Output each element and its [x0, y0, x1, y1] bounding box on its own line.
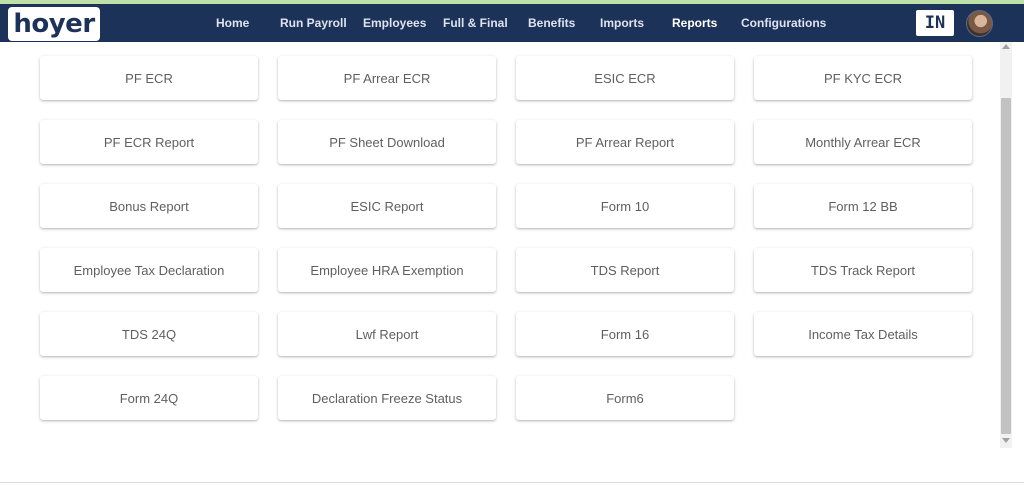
report-card-form-16[interactable]: Form 16: [516, 312, 734, 356]
report-card-lwf-report[interactable]: Lwf Report: [278, 312, 496, 356]
country-code-badge[interactable]: IN: [916, 10, 954, 36]
report-card-pf-kyc-ecr[interactable]: PF KYC ECR: [754, 56, 972, 100]
user-avatar[interactable]: [966, 10, 993, 37]
nav-item-imports[interactable]: Imports: [600, 4, 644, 42]
report-card-employee-hra-exemption[interactable]: Employee HRA Exemption: [278, 248, 496, 292]
report-card-form6[interactable]: Form6: [516, 376, 734, 420]
report-card-pf-arrear-report[interactable]: PF Arrear Report: [516, 120, 734, 164]
report-card-esic-report[interactable]: ESIC Report: [278, 184, 496, 228]
report-card-pf-ecr[interactable]: PF ECR: [40, 56, 258, 100]
report-card-pf-arrear-ecr[interactable]: PF Arrear ECR: [278, 56, 496, 100]
report-card-employee-tax-declaration[interactable]: Employee Tax Declaration: [40, 248, 258, 292]
report-card-declaration-freeze-status[interactable]: Declaration Freeze Status: [278, 376, 496, 420]
report-card-bonus-report[interactable]: Bonus Report: [40, 184, 258, 228]
report-card-pf-ecr-report[interactable]: PF ECR Report: [40, 120, 258, 164]
report-card-tds-track-report[interactable]: TDS Track Report: [754, 248, 972, 292]
nav-item-reports[interactable]: Reports: [672, 4, 717, 42]
scroll-down-arrow-icon[interactable]: [1000, 438, 1012, 446]
nav-item-employees[interactable]: Employees: [363, 4, 426, 42]
report-card-income-tax-details[interactable]: Income Tax Details: [754, 312, 972, 356]
vertical-scrollbar[interactable]: [1000, 42, 1012, 448]
report-card-esic-ecr[interactable]: ESIC ECR: [516, 56, 734, 100]
nav-item-home[interactable]: Home: [216, 4, 249, 42]
scroll-up-arrow-icon[interactable]: [1000, 44, 1012, 52]
report-card-tds-24q[interactable]: TDS 24Q: [40, 312, 258, 356]
scrollbar-thumb[interactable]: [1001, 98, 1011, 434]
nav-item-configurations[interactable]: Configurations: [741, 4, 826, 42]
report-card-pf-sheet-download[interactable]: PF Sheet Download: [278, 120, 496, 164]
bottom-divider: [0, 482, 1024, 483]
report-card-form-12-bb[interactable]: Form 12 BB: [754, 184, 972, 228]
report-card-form-10[interactable]: Form 10: [516, 184, 734, 228]
top-navbar: hoyer Home Run Payroll Employees Full & …: [0, 4, 1024, 42]
nav-item-run-payroll[interactable]: Run Payroll: [280, 4, 347, 42]
report-card-form-24q[interactable]: Form 24Q: [40, 376, 258, 420]
report-card-tds-report[interactable]: TDS Report: [516, 248, 734, 292]
nav-item-full-and-final[interactable]: Full & Final: [443, 4, 508, 42]
main-nav: Home Run Payroll Employees Full & Final …: [0, 4, 1024, 42]
report-card-monthly-arrear-ecr[interactable]: Monthly Arrear ECR: [754, 120, 972, 164]
nav-item-benefits[interactable]: Benefits: [528, 4, 575, 42]
reports-grid: PF ECR PF Arrear ECR ESIC ECR PF KYC ECR…: [0, 42, 998, 450]
